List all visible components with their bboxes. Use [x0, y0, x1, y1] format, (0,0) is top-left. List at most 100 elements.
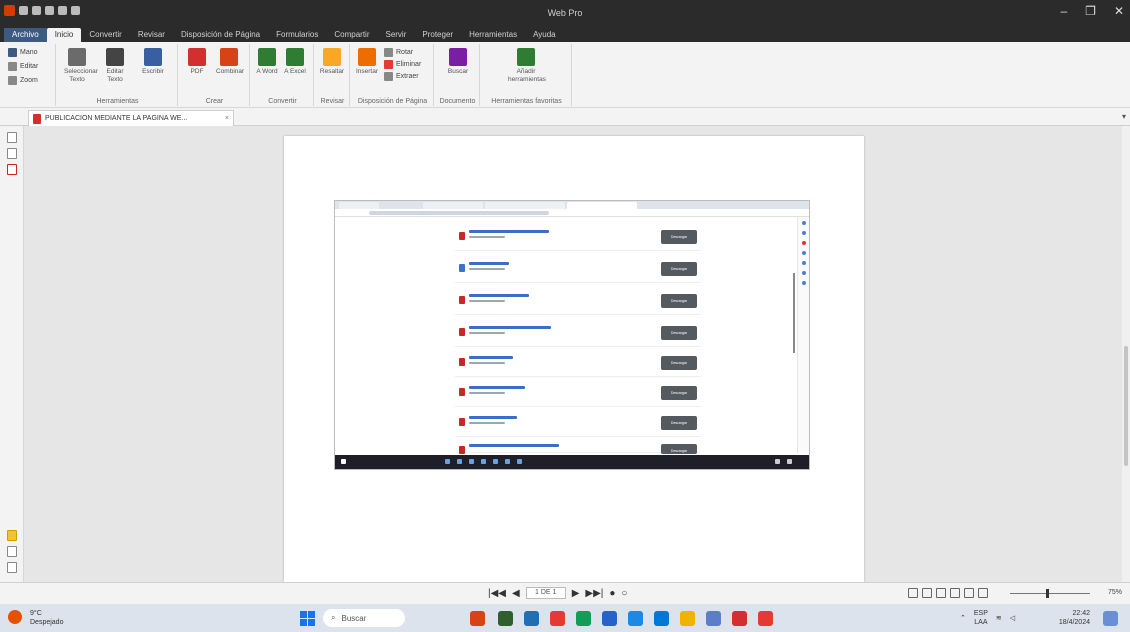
attachments-panel-icon[interactable]	[7, 164, 17, 175]
menu-herramientas[interactable]: Herramientas	[461, 28, 525, 42]
edit-tool-button[interactable]: Editar	[8, 62, 38, 71]
menu-formularios[interactable]: Formularios	[268, 28, 326, 42]
layers-panel-icon[interactable]	[7, 546, 17, 557]
view-mode-controls	[908, 588, 988, 598]
tray-overflow-icon[interactable]: ⌃	[960, 614, 966, 622]
zoom-slider-handle[interactable]	[1046, 589, 1049, 598]
close-button[interactable]: ✕	[1114, 4, 1124, 18]
chevron-down-icon[interactable]: ▾	[1122, 112, 1126, 121]
taskbar-app-2[interactable]	[524, 611, 539, 626]
menu-revisar[interactable]: Revisar	[130, 28, 173, 42]
menu-compartir[interactable]: Compartir	[326, 28, 377, 42]
start-button[interactable]	[300, 611, 315, 626]
search-placeholder: Buscar	[341, 613, 367, 623]
minimize-button[interactable]: –	[1060, 4, 1067, 18]
play-icon[interactable]: ●	[609, 588, 615, 599]
select-text-button[interactable]: Seleccionar Texto	[64, 48, 98, 84]
insert-button[interactable]: Insertar	[354, 48, 380, 76]
fit-width-icon[interactable]	[964, 588, 974, 598]
stop-icon[interactable]: ○	[621, 588, 627, 599]
zoom-level: 75%	[1107, 589, 1122, 596]
create-pdf-button[interactable]: PDF	[184, 48, 210, 76]
list-item: Descargar	[455, 257, 701, 283]
delete-button[interactable]: Eliminar	[384, 60, 421, 69]
weather-widget[interactable]: 9°C Despejado	[30, 609, 63, 627]
taskbar-app-pdf[interactable]	[758, 611, 773, 626]
zoom-tool-button[interactable]: Zoom	[8, 76, 38, 85]
first-page-button[interactable]: |◀◀	[488, 588, 506, 599]
previous-page-button[interactable]: ◀	[512, 588, 520, 599]
extract-button[interactable]: Extraer	[384, 72, 419, 81]
taskbar-app-chrome[interactable]	[576, 611, 591, 626]
text-icon	[106, 48, 124, 66]
menu-ayuda[interactable]: Ayuda	[525, 28, 564, 42]
notification-center-icon[interactable]	[1103, 611, 1118, 626]
continuous-icon[interactable]	[922, 588, 932, 598]
taskbar-app-edge[interactable]	[654, 611, 669, 626]
document-tab[interactable]: PUBLICACION MEDIANTE LA PAGINA WE... ×	[28, 110, 234, 126]
continuous-facing-icon[interactable]	[950, 588, 960, 598]
document-tab-title: PUBLICACION MEDIANTE LA PAGINA WE...	[45, 115, 188, 122]
single-page-icon[interactable]	[908, 588, 918, 598]
ribbon-group-documento: Buscar Documento	[436, 44, 480, 106]
hand-icon	[8, 48, 17, 57]
zoom-icon	[8, 76, 17, 85]
taskbar-app-5[interactable]	[628, 611, 643, 626]
add-tools-button[interactable]: Añadir herramientas	[508, 48, 546, 84]
list-item: Descargar	[455, 351, 701, 377]
weather-icon[interactable]	[8, 610, 22, 624]
wifi-icon[interactable]: ≋	[996, 614, 1002, 622]
scrollbar-thumb[interactable]	[1124, 346, 1128, 466]
volume-icon[interactable]: ◁	[1010, 614, 1015, 622]
embedded-address-bar	[335, 209, 809, 217]
to-word-button[interactable]: A Word	[254, 48, 280, 76]
close-tab-icon[interactable]: ×	[225, 115, 229, 122]
settings-panel-icon[interactable]	[7, 562, 17, 573]
to-excel-button[interactable]: A Excel	[282, 48, 308, 76]
list-item: Descargar	[455, 381, 701, 407]
menu-archivo[interactable]: Archivo	[4, 28, 47, 42]
ribbon-group-crear: PDF Combinar Crear	[180, 44, 250, 106]
next-page-button[interactable]: ▶	[572, 588, 580, 599]
taskbar-app-7[interactable]	[732, 611, 747, 626]
bookmarks-panel-icon[interactable]	[7, 148, 17, 159]
pages-panel-icon[interactable]	[7, 132, 17, 143]
search-button[interactable]: Buscar	[445, 48, 471, 76]
facing-icon[interactable]	[936, 588, 946, 598]
last-page-button[interactable]: ▶▶|	[585, 588, 603, 599]
taskbar-app-4[interactable]	[602, 611, 617, 626]
menu-disposicion[interactable]: Disposición de Página	[173, 28, 268, 42]
excel-icon	[286, 48, 304, 66]
maximize-button[interactable]: ❐	[1085, 4, 1096, 18]
menu-inicio[interactable]: Inicio	[46, 28, 82, 42]
edit-icon	[8, 62, 17, 71]
menu-proteger[interactable]: Proteger	[414, 28, 461, 42]
zoom-slider[interactable]	[1010, 593, 1090, 594]
fit-page-icon[interactable]	[978, 588, 988, 598]
taskbar-app-explorer[interactable]	[680, 611, 695, 626]
comments-panel-icon[interactable]	[7, 530, 17, 541]
taskbar-app-widgets[interactable]	[470, 611, 485, 626]
taskbar-search[interactable]: ⌕ Buscar	[323, 609, 405, 627]
rotate-button[interactable]: Rotar	[384, 48, 413, 57]
extract-icon	[384, 72, 393, 81]
hand-tool-button[interactable]: Mano	[8, 48, 38, 57]
ribbon-group-disposicion: Insertar Rotar Eliminar Extraer Disposic…	[352, 44, 434, 106]
menu-servir[interactable]: Servir	[377, 28, 414, 42]
system-tray: ⌃ ESP LAA ≋ ◁	[960, 609, 1015, 627]
taskbar-app-6[interactable]	[706, 611, 721, 626]
combine-button[interactable]: Combinar	[216, 48, 244, 76]
menu-convertir[interactable]: Convertir	[81, 28, 129, 42]
taskbar-clock[interactable]: 22:42 18/4/2024	[1059, 609, 1090, 627]
vertical-scrollbar[interactable]	[1122, 126, 1130, 582]
typewriter-button[interactable]: Escribir	[140, 48, 166, 76]
embedded-screenshot-image: Descargar Descargar Descargar Descargar …	[334, 200, 810, 470]
edit-text-button[interactable]: Editar Texto	[102, 48, 128, 84]
language-indicator[interactable]: ESP LAA	[974, 609, 988, 627]
taskbar-app-3[interactable]	[550, 611, 565, 626]
highlight-button[interactable]: Resaltar	[319, 48, 345, 76]
page-number-field[interactable]: 1 DE 1	[525, 587, 566, 599]
pdf-icon	[188, 48, 206, 66]
list-item: Descargar	[455, 225, 701, 251]
taskbar-app-1[interactable]	[498, 611, 513, 626]
